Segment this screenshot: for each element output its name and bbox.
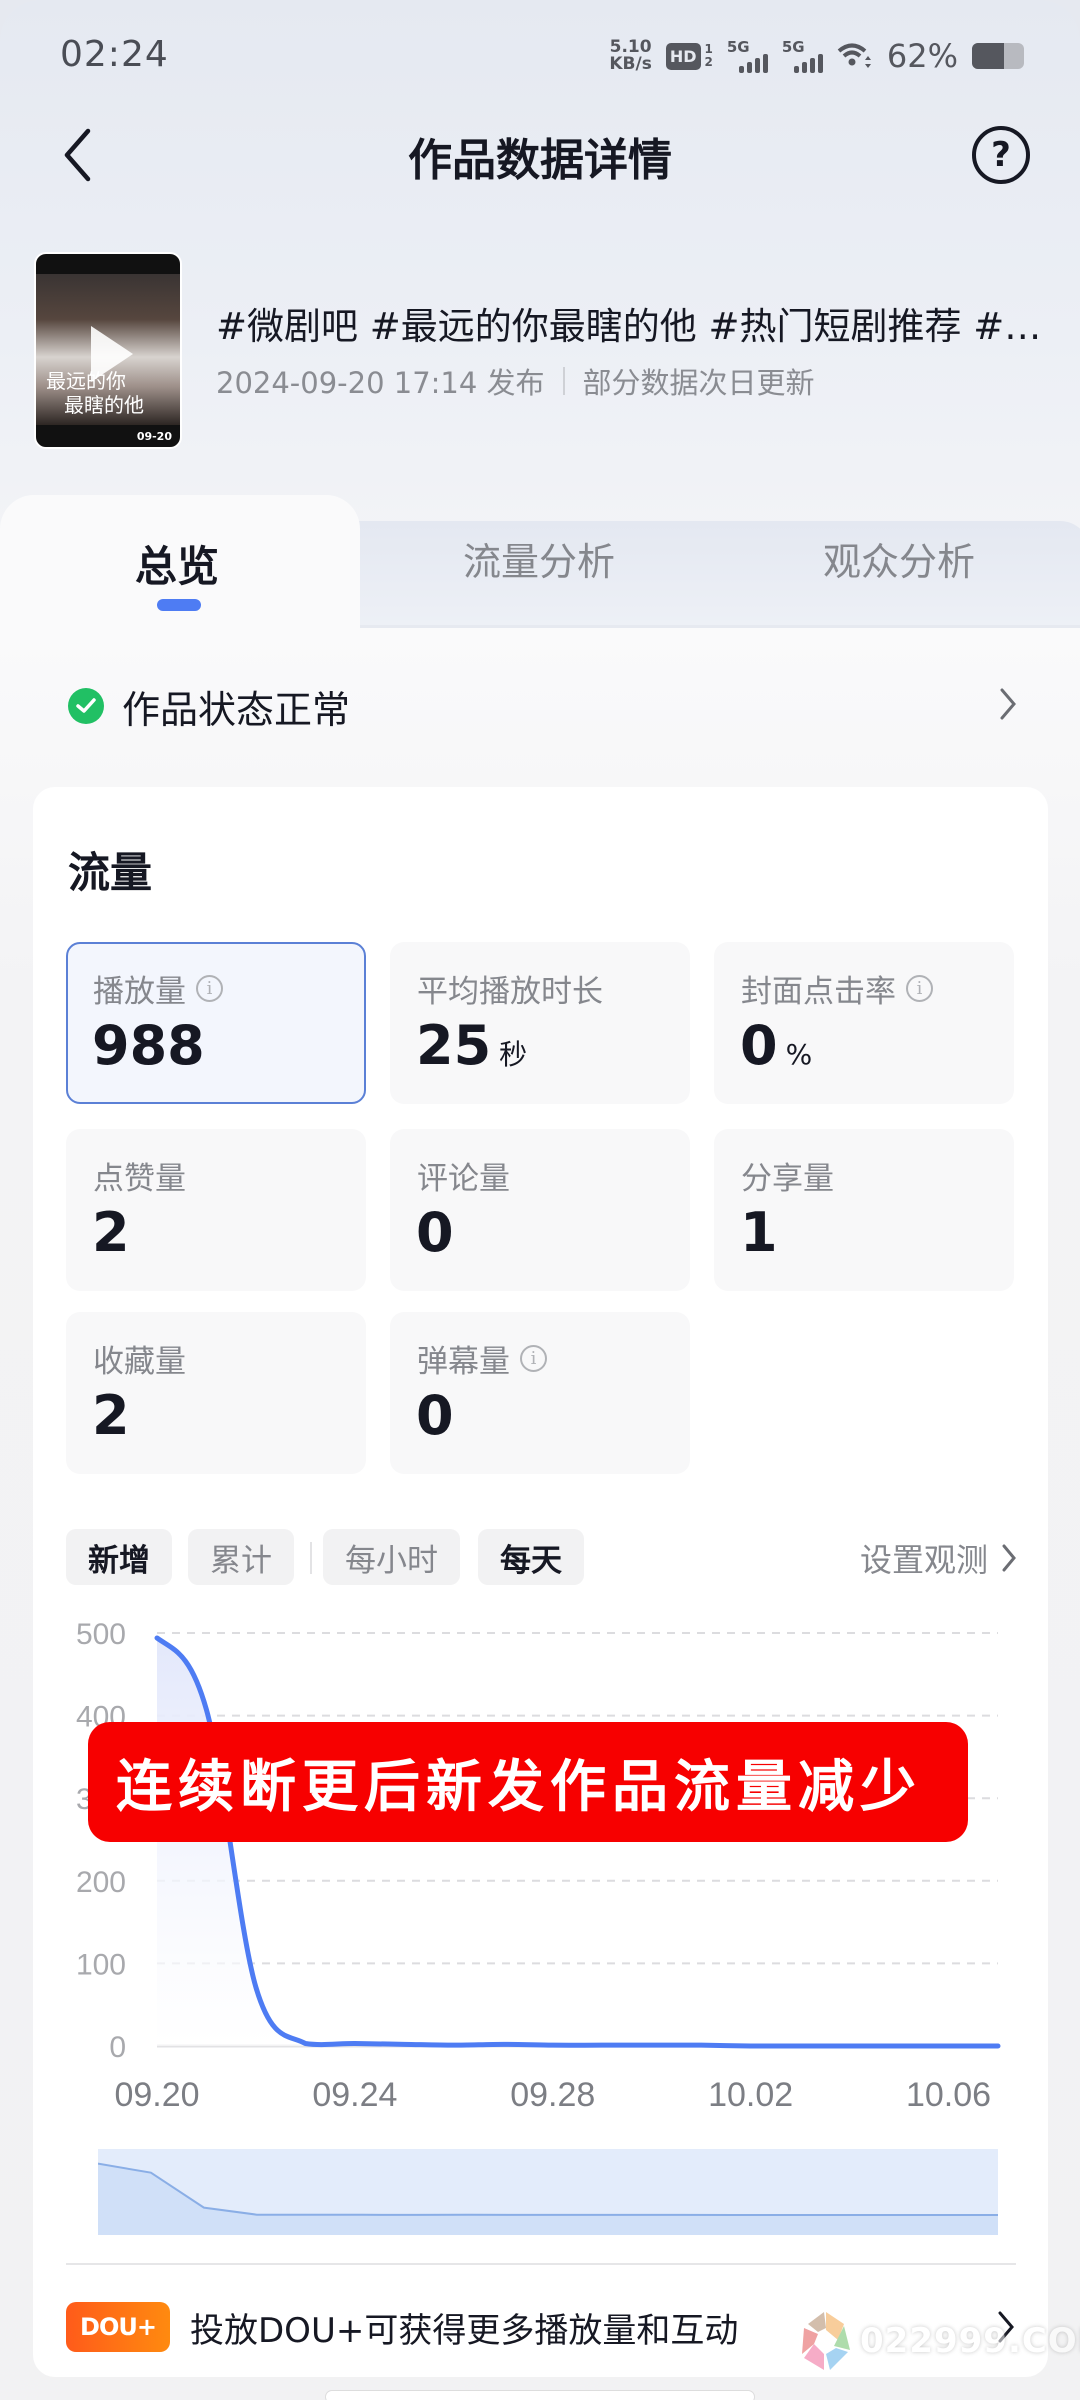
hd-voice-icon: HD [665,42,701,70]
traffic-title: 流量 [68,848,153,897]
section-divider [66,2263,1016,2265]
network-speed: 5.10 KB/s [609,37,652,74]
sim-slots: 1 2 [704,42,713,69]
check-circle-icon [68,688,104,724]
video-meta: 2024-09-20 17:14 发布 部分数据次日更新 [216,360,815,402]
active-tab-indicator [157,599,201,611]
data-point-09.25[interactable] [398,2038,410,2050]
battery-icon [972,43,1024,69]
info-icon[interactable]: i [196,975,223,1002]
dou-plus-logo: DOU+ [66,2302,170,2352]
chevron-right-icon [1000,688,1016,720]
watermark-logo-icon [802,2312,850,2370]
play-icon [91,326,133,382]
data-point-09.21[interactable] [200,1704,212,1716]
metric-plays[interactable]: 播放量 i 988 [66,942,366,1104]
watermark-text: 022999.COM [860,2321,1080,2361]
x-tick-label: 10.02 [708,2076,793,2114]
data-point-09.24[interactable] [349,2038,361,2050]
data-point-09.27[interactable] [497,2038,509,2050]
tab-bar: 总览 流量分析 观众分析 [0,495,1080,630]
data-point-10.06[interactable] [943,2040,955,2052]
data-point-10.03[interactable] [794,2040,806,2052]
question-circle-icon: ? [991,135,1011,175]
video-info: 最远的你 最瞎的他 09-20 #微剧吧 #最远的你最瞎的他 #热门短剧推荐 #… [34,252,1056,452]
status-time: 02:24 [60,34,169,75]
data-point-09.30[interactable] [646,2039,658,2051]
set-observation-link[interactable]: 设置观测 [860,1535,1018,1581]
data-point-09.26[interactable] [448,2039,460,2051]
signal-icon-sim1: 5G [727,39,768,73]
chevron-right-icon [1002,1544,1016,1572]
data-point-09.28[interactable] [547,2039,559,2051]
help-button[interactable]: ? [972,126,1030,184]
mode-new-button[interactable]: 新增 [66,1529,172,1585]
y-tick-label: 100 [76,1948,126,1981]
mode-cumulative-button[interactable]: 累计 [188,1529,294,1585]
metric-likes[interactable]: 点赞量 2 [66,1129,366,1291]
metric-danmaku[interactable]: 弹幕量 i 0 [390,1312,690,1474]
x-tick-label: 10.06 [906,2076,991,2114]
tab-overview[interactable]: 总览 [135,533,219,594]
dou-promo-text: 投放DOU+可获得更多播放量和互动 [190,2310,739,2351]
chart-range-overview[interactable] [98,2149,998,2235]
video-thumbnail[interactable]: 最远的你 最瞎的他 09-20 [34,252,182,449]
metric-favorites[interactable]: 收藏量 2 [66,1312,366,1474]
y-tick-label: 200 [76,1866,126,1899]
metric-cover-ctr[interactable]: 封面点击率 i 0% [714,942,1014,1104]
video-title: #微剧吧 #最远的你最瞎的他 #热门短剧推荐 #短剧 [216,305,1056,348]
traffic-card: 流量 播放量 i 988 平均播放时长 25 秒 封面点击率 i 0% 点赞量 2 评… [33,787,1048,2377]
data-point-10.05[interactable] [893,2040,905,2052]
x-tick-label: 09.20 [114,2076,199,2114]
tab-traffic-analysis[interactable]: 流量分析 [463,531,615,586]
data-point-10.01[interactable] [695,2039,707,2051]
metric-avg-play-duration[interactable]: 平均播放时长 25 秒 [390,942,690,1104]
data-point-10.02[interactable] [745,2040,757,2052]
tab-audience-analysis[interactable]: 观众分析 [823,531,975,586]
segment-divider [310,1542,312,1574]
y-tick-label: 0 [109,2031,126,2064]
x-tick-label: 09.24 [312,2076,397,2114]
y-tick-label: 500 [76,1618,126,1651]
data-point-09.22[interactable] [250,1981,262,1993]
meta-divider [562,367,565,395]
page-title: 作品数据详情 [408,135,672,186]
signal-icon-sim2: 5G [782,39,823,73]
data-point-09.23[interactable] [299,2038,311,2050]
data-point-10.07[interactable] [992,2040,1004,2052]
info-icon[interactable]: i [520,1345,547,1372]
data-point-10.04[interactable] [844,2040,856,2052]
data-point-09.20[interactable] [151,1632,163,1644]
status-bar: 02:24 5.10 KB/s HD 1 2 5G 5G 62% [0,0,1080,110]
x-tick-label: 09.28 [510,2076,595,2114]
annotation-banner: 连续断更后新发作品流量减少 [88,1722,968,1842]
plays-line-chart[interactable]: 0100200300400500 09.2009.2409.2810.0210.… [33,1607,1048,2167]
home-indicator[interactable] [325,2390,755,2400]
work-status-label: 作品状态正常 [122,687,351,732]
metric-comments[interactable]: 评论量 0 [390,1129,690,1291]
navigation-bar: 作品数据详情 ? [0,110,1080,200]
info-icon[interactable]: i [906,975,933,1002]
status-icons: 5.10 KB/s HD 1 2 5G 5G 62% [609,34,1024,78]
thumbnail-date: 09-20 [136,430,172,443]
battery-percent: 62% [886,37,958,75]
battery-level [972,43,1005,69]
metric-shares[interactable]: 分享量 1 [714,1129,1014,1291]
data-point-09.29[interactable] [596,2039,608,2051]
wifi-icon [837,43,871,68]
granularity-hourly-button[interactable]: 每小时 [323,1529,460,1585]
publish-time: 2024-09-20 17:14 发布 [216,366,545,400]
granularity-daily-button[interactable]: 每天 [478,1529,584,1585]
watermark: 022999.COM [800,2310,1080,2372]
work-status-row[interactable]: 作品状态正常 [68,676,1018,736]
update-note: 部分数据次日更新 [582,366,815,400]
